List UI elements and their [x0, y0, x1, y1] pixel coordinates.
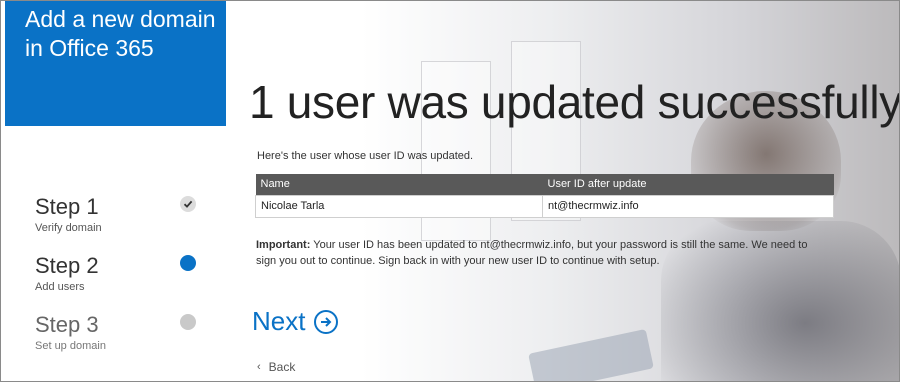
table-header-row: Name User ID after update [255, 174, 834, 195]
step-2-subtitle: Add users [35, 281, 85, 293]
intro-text: Here's the user whose user ID was update… [257, 150, 474, 162]
column-header-user-id: User ID after update [542, 174, 834, 195]
updated-users-table: Name User ID after update Nicolae Tarla … [255, 174, 834, 218]
important-note: Important: Your user ID has been updated… [256, 237, 826, 269]
cell-name: Nicolae Tarla [255, 194, 543, 218]
step-3: Step 3 Set up domain [35, 313, 210, 358]
wizard-title-line1: Add a new domain [25, 6, 216, 32]
column-header-name: Name [255, 174, 543, 195]
wizard-title-line2: in Office 365 [25, 35, 154, 61]
table-row: Nicolae Tarla nt@thecrmwiz.info [255, 194, 834, 218]
page-title: 1 user was updated successfully [249, 76, 900, 128]
important-label: Important: [256, 239, 311, 251]
step-3-subtitle: Set up domain [35, 340, 106, 352]
arrow-right-circle-icon [314, 309, 339, 334]
chevron-left-icon: ‹ [257, 361, 261, 373]
step-1-subtitle: Verify domain [35, 222, 102, 234]
pending-dot-icon [180, 314, 196, 330]
important-text: Your user ID has been updated to nt@thec… [256, 239, 808, 267]
next-button[interactable]: Next [252, 306, 339, 337]
cell-user-id: nt@thecrmwiz.info [542, 194, 834, 218]
back-label: Back [268, 360, 296, 374]
step-1: Step 1 Verify domain [35, 195, 210, 240]
current-dot-icon [180, 255, 196, 271]
setup-wizard-window: Add a new domain in Office 365 Step 1 Ve… [0, 0, 900, 382]
step-2: Step 2 Add users [35, 254, 210, 299]
background-tablet [528, 328, 654, 381]
check-icon [180, 196, 196, 212]
back-link[interactable]: ‹ Back [257, 360, 295, 374]
next-label: Next [252, 306, 306, 336]
wizard-title-panel: Add a new domain in Office 365 [5, 1, 226, 126]
